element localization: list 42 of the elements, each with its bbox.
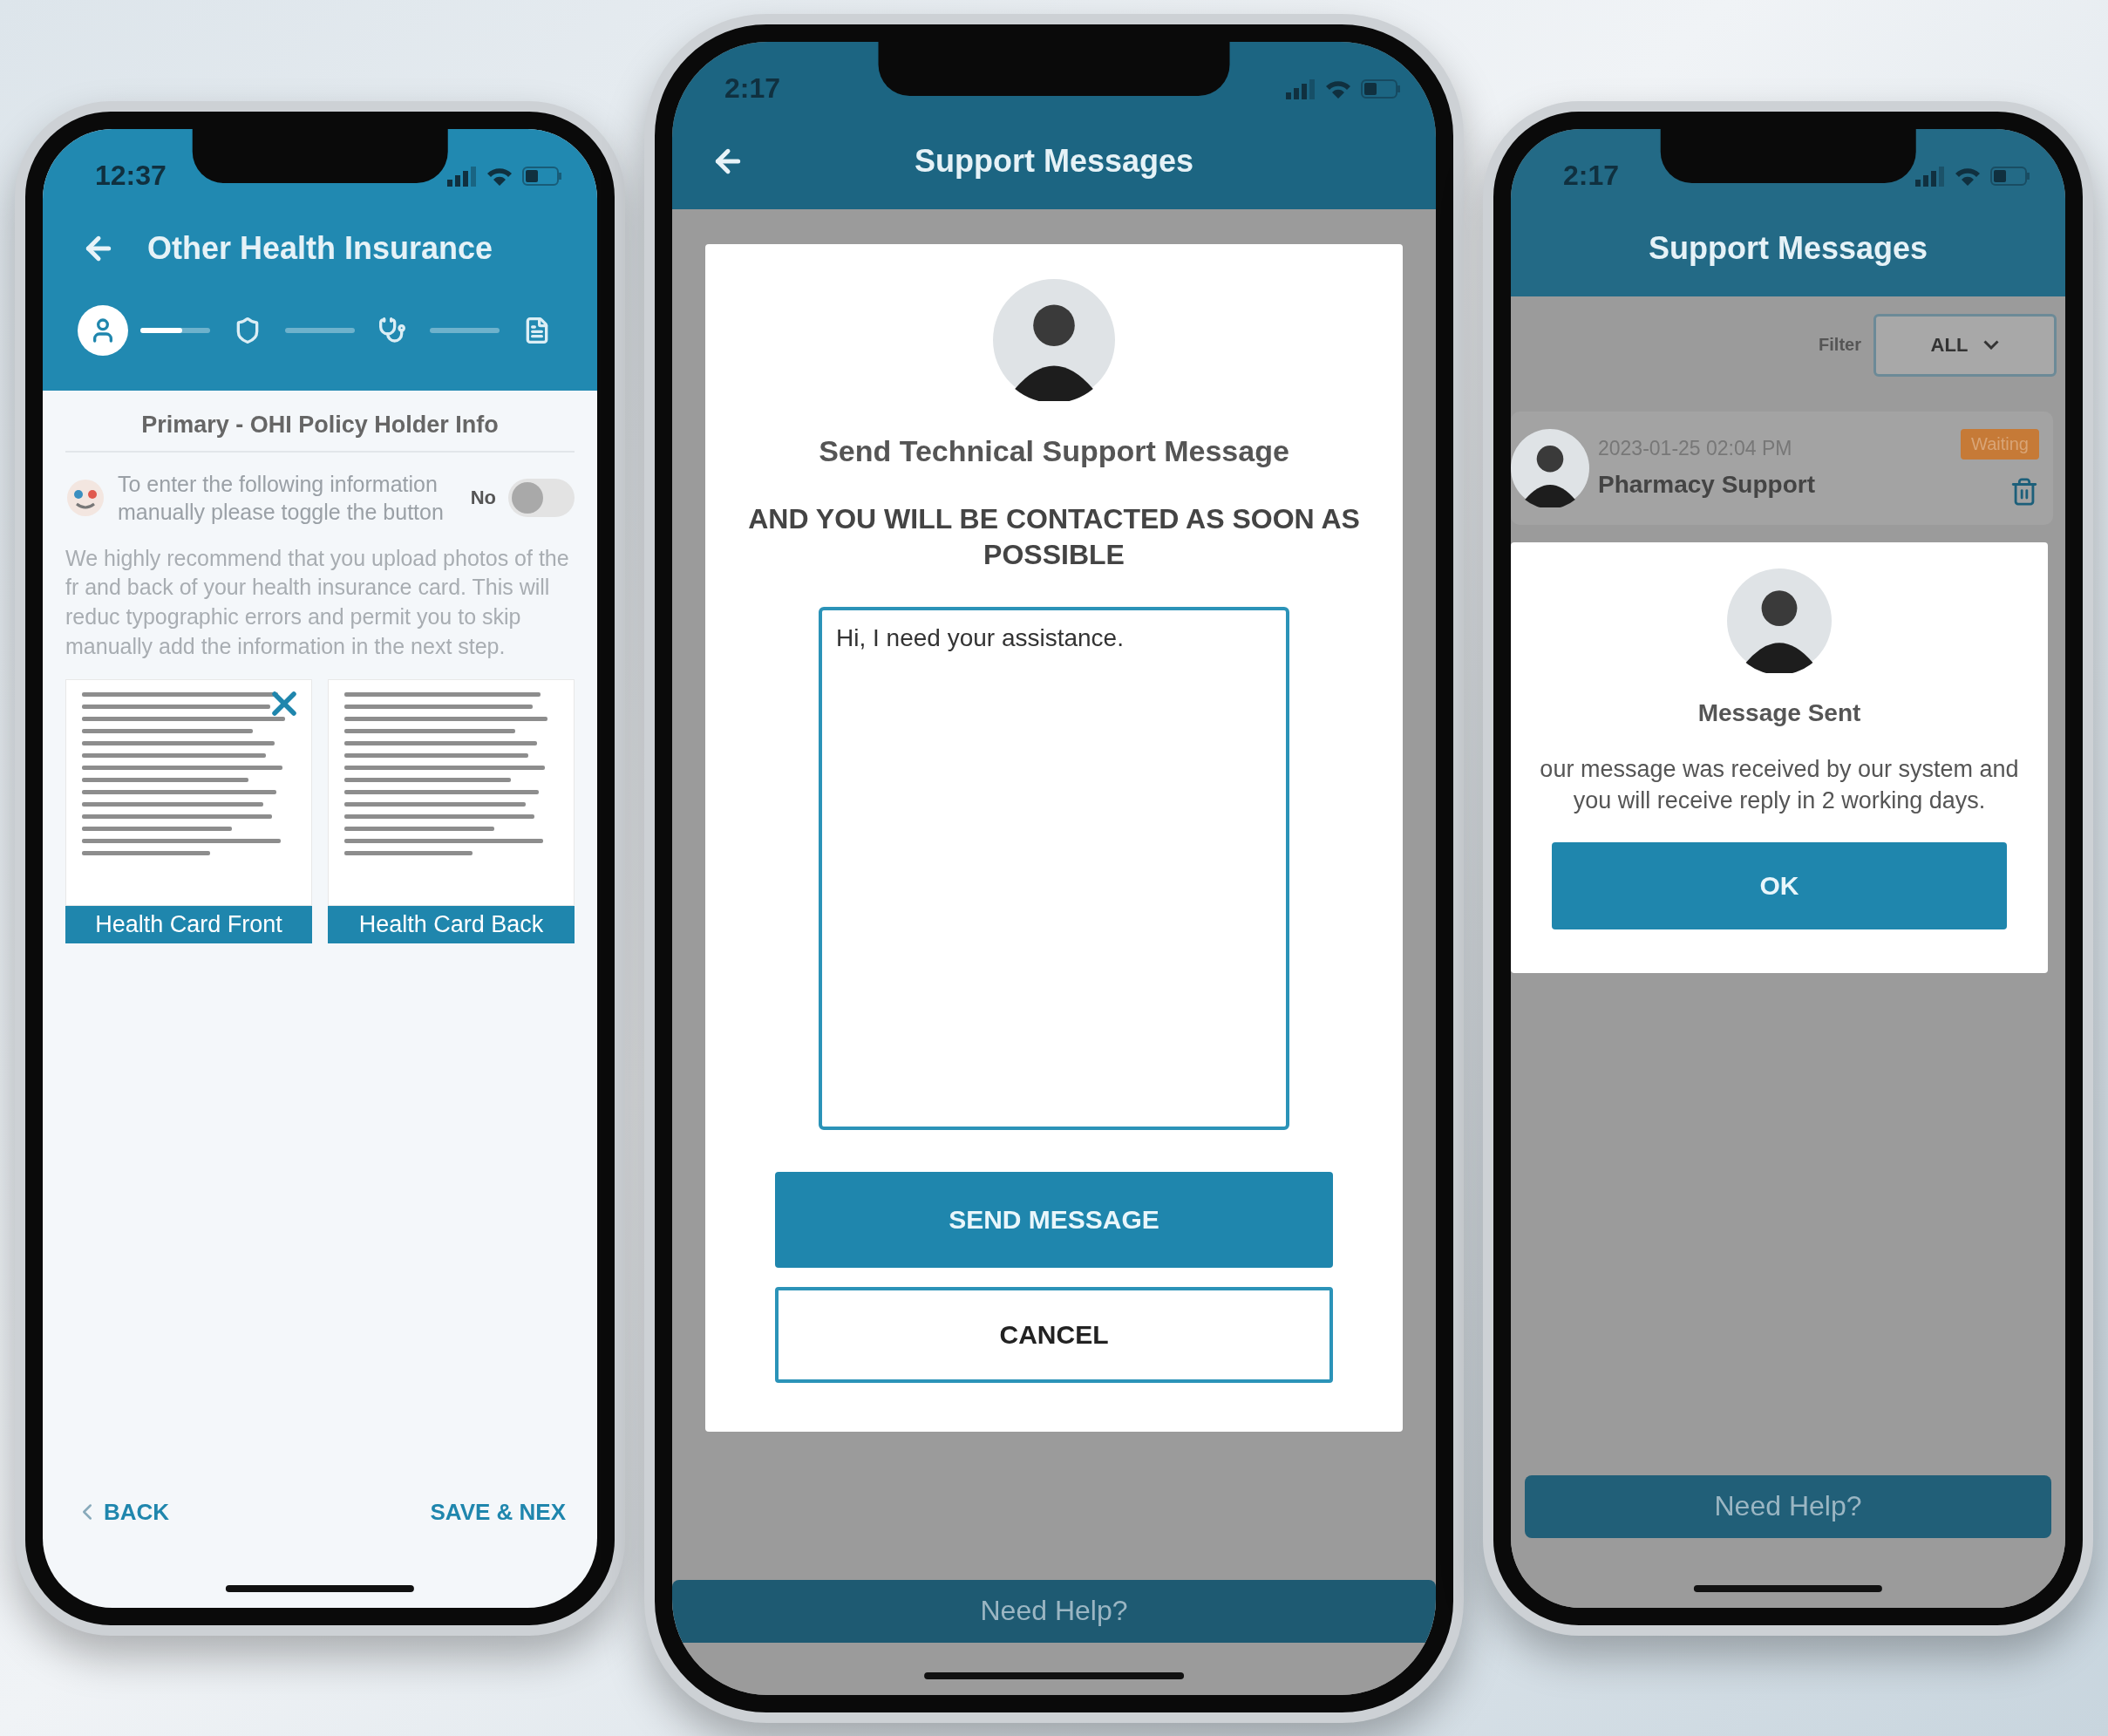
status-badge: Waiting xyxy=(1961,429,2039,460)
status-time: 2:17 xyxy=(1562,160,1620,192)
help-bar[interactable]: Need Help? xyxy=(672,1579,1436,1643)
dialog-subtitle: AND YOU WILL BE CONTACTED AS SOON AS POSSIBLE xyxy=(747,501,1361,573)
screen-title: Support Messages xyxy=(1648,229,1928,267)
manual-entry-switch[interactable] xyxy=(508,479,575,517)
dialog-title: Message Sent xyxy=(1697,698,1861,727)
section-title: Primary - OHI Policy Holder Info xyxy=(65,411,575,453)
ok-button[interactable]: OK xyxy=(1551,842,2008,930)
status-time: 12:37 xyxy=(94,160,167,192)
dialog-title: Send Technical Support Message xyxy=(819,433,1289,468)
stethoscope-icon xyxy=(378,316,406,344)
message-sender: Pharmacy Support xyxy=(1598,471,1816,499)
screen-title: Other Health Insurance xyxy=(146,229,493,267)
message-field[interactable]: Hi, I need your assistance. xyxy=(819,606,1289,1130)
dialog-message: our message was received by our system and you will receive reply in 2 working days. xyxy=(1539,754,2020,815)
status-time: 2:17 xyxy=(724,72,781,105)
mascot-icon xyxy=(65,478,105,518)
recommendation-text: We highly recommend that you upload photos of the fr and back of your health insurance card. This will reduc typographic errors and permit you to skip manually add the information in the next step. xyxy=(65,544,570,660)
chevron-down-icon xyxy=(1983,340,2000,350)
document-photo[interactable] xyxy=(65,678,312,906)
save-next-link[interactable]: SAVE & NEX xyxy=(430,1498,566,1526)
toggle-value: No xyxy=(470,487,496,509)
card-label: Health Card Front xyxy=(65,905,312,943)
delete-icon[interactable] xyxy=(2009,477,2039,507)
card-label: Health Card Back xyxy=(328,905,575,943)
battery-icon xyxy=(1361,78,1401,99)
battery-icon xyxy=(1990,165,2030,187)
signal-icon xyxy=(1915,165,1945,187)
cancel-button[interactable]: CANCEL xyxy=(775,1286,1333,1383)
filter-label: Filter xyxy=(1819,335,1861,355)
battery-icon xyxy=(522,165,562,187)
step-indicator[interactable] xyxy=(78,304,128,356)
signal-icon xyxy=(447,165,477,187)
back-link[interactable]: BACK xyxy=(74,1498,170,1526)
screen-title: Support Messages xyxy=(914,142,1194,180)
toggle-instruction: To enter the following information manually please toggle the button xyxy=(118,470,445,526)
send-button[interactable]: SEND MESSAGE xyxy=(775,1171,1333,1268)
filter-select[interactable]: ALL xyxy=(1873,313,2057,377)
signal-icon xyxy=(1286,78,1316,99)
help-bar[interactable]: Need Help? xyxy=(1525,1474,2051,1538)
document-photo[interactable] xyxy=(328,678,575,906)
